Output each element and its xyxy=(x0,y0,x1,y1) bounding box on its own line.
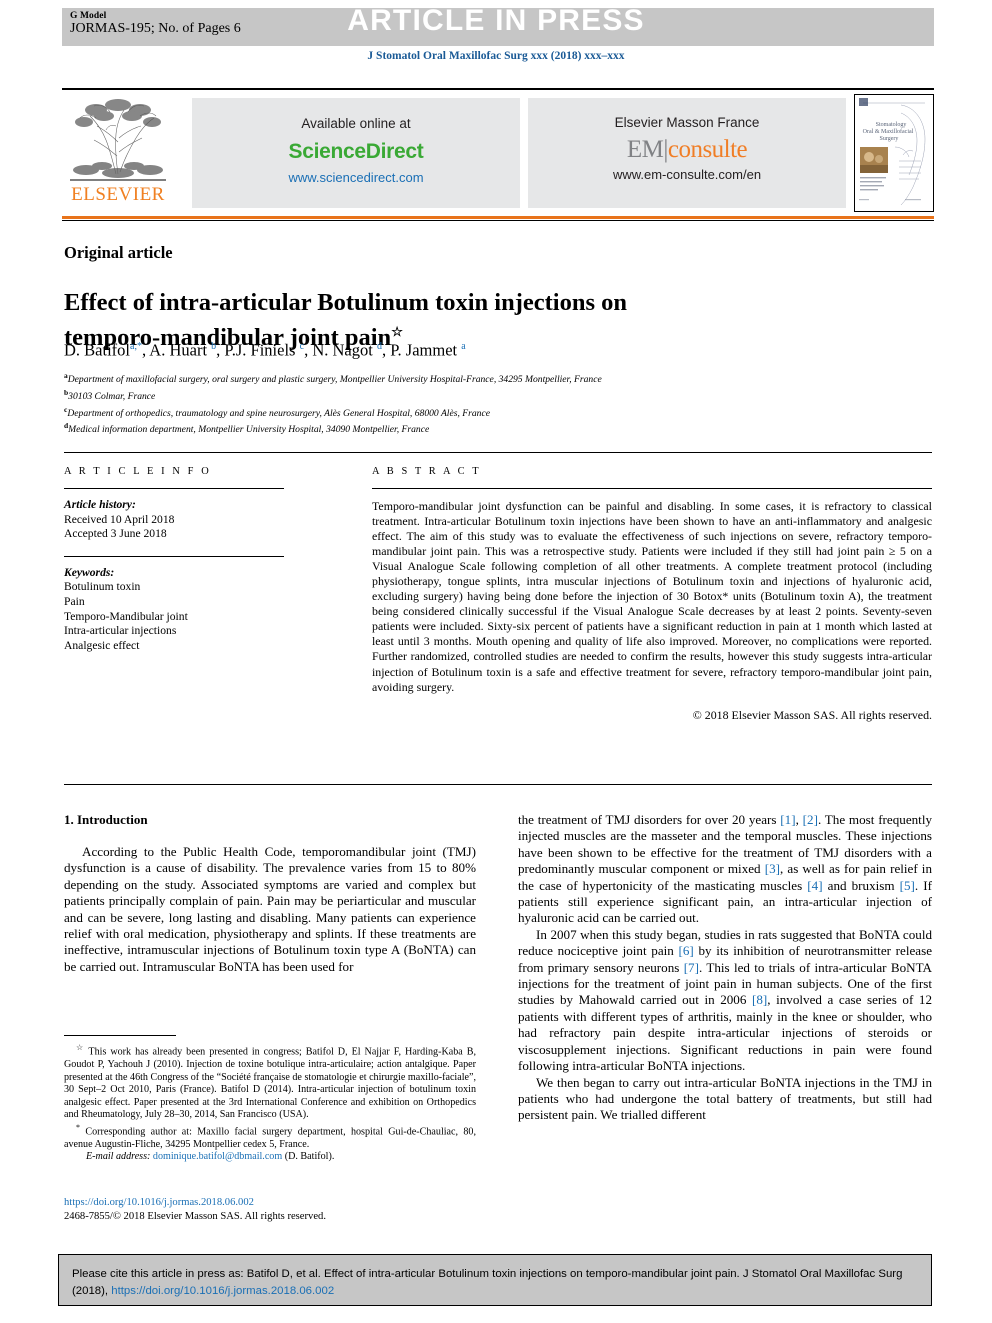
para-text: , xyxy=(795,812,803,827)
issn-copyright-line: 2468-7855/© 2018 Elsevier Masson SAS. Al… xyxy=(64,1210,326,1222)
journal-citation-line: J Stomatol Oral Maxillofac Surg xxx (201… xyxy=(367,50,625,62)
elsevier-masson-label: Elsevier Masson France xyxy=(614,115,760,130)
sciencedirect-url[interactable]: www.sciencedirect.com xyxy=(192,170,520,185)
accepted-date: Accepted 3 June 2018 xyxy=(64,527,167,541)
footnote-corresponding-text: Corresponding author at: Maxillo facial … xyxy=(64,1126,476,1150)
emconsulte-wordmark: EM|consulte xyxy=(528,136,846,163)
sciencedirect-wordmark: ScienceDirect xyxy=(288,140,424,163)
article-info-heading: A R T I C L E I N F O xyxy=(64,466,212,477)
keywords-group: Keywords: Botulinum toxin Pain Temporo-M… xyxy=(64,566,284,654)
abstract-copyright: © 2018 Elsevier Masson SAS. All rights r… xyxy=(692,707,932,722)
introduction-paragraph: According to the Public Health Code, tem… xyxy=(64,844,476,974)
svg-text:Surgery: Surgery xyxy=(880,136,899,142)
affiliation-item: b30103 Colmar, France xyxy=(64,387,824,404)
keyword-item: Pain xyxy=(64,594,85,608)
emconsulte-consulte: consulte xyxy=(667,136,748,163)
citation-ref-8[interactable]: [8] xyxy=(752,992,767,1007)
keyword-item: Analgesic effect xyxy=(64,638,140,652)
elsevier-wordmark: ELSEVIER xyxy=(71,184,165,205)
affiliation-text: Department of maxillofacial surgery, ora… xyxy=(67,374,602,386)
citation-ref-3[interactable]: [3] xyxy=(765,861,780,876)
cite-box-doi-link[interactable]: https://doi.org/10.1016/j.jormas.2018.06… xyxy=(111,1285,334,1297)
email-address-owner: (D. Batifol). xyxy=(284,1151,335,1163)
affiliation-text: Medical information department, Montpell… xyxy=(68,424,430,436)
elsevier-logo: ELSEVIER xyxy=(66,96,170,210)
abstract-column: A B S T R A C T Temporo-mandibular joint… xyxy=(372,466,932,723)
email-address-link[interactable]: dominique.batifol@dbmail.com xyxy=(153,1151,282,1162)
affiliation-item: dMedical information department, Montpel… xyxy=(64,420,824,437)
article-info-divider xyxy=(64,488,284,489)
affiliation-text: 30103 Colmar, France xyxy=(68,390,156,402)
masthead-rule-black xyxy=(62,220,934,221)
svg-text:Oral & Maxillofacial: Oral & Maxillofacial xyxy=(863,128,914,135)
affiliation-item: cDepartment of orthopedics, traumatology… xyxy=(64,404,824,421)
emconsulte-panel[interactable]: Elsevier Masson France EM|consulte www.e… xyxy=(528,98,846,208)
footnote-congress: ☆ This work has already been presented i… xyxy=(64,1042,476,1122)
footnote-block: ☆ This work has already been presented i… xyxy=(64,1042,476,1164)
footnote-star-icon: ☆ xyxy=(76,1043,85,1052)
footnote-corresponding-author: * Corresponding author at: Maxillo facia… xyxy=(64,1122,476,1152)
email-address-label: E-mail address: xyxy=(86,1151,151,1163)
footnote-email-line: E-mail address: dominique.batifol@dbmail… xyxy=(64,1151,476,1164)
journal-cover-thumbnail[interactable]: Stomatology Oral & Maxillofacial Surgery xyxy=(854,94,934,212)
masthead-rule-top xyxy=(62,88,934,90)
available-online-label: Available online at xyxy=(301,116,411,131)
introduction-paragraph: We then began to carry out intra-articul… xyxy=(518,1074,932,1123)
introduction-left-column: 1. Introduction According to the Public … xyxy=(64,812,476,975)
info-section-rule-top xyxy=(64,452,932,454)
article-info-column: A R T I C L E I N F O Article history: R… xyxy=(64,466,284,653)
article-in-press-text: ARTICLE IN PRESS xyxy=(347,4,645,37)
article-history-label: Article history: xyxy=(64,498,136,511)
para-text: the treatment of TMJ disorders for over … xyxy=(518,812,781,827)
citation-ref-5[interactable]: [5] xyxy=(900,878,915,893)
emconsulte-url[interactable]: www.em-consulte.com/en xyxy=(528,167,846,182)
citation-ref-4[interactable]: [4] xyxy=(807,878,822,893)
doi-block: https://doi.org/10.1016/j.jormas.2018.06… xyxy=(64,1196,476,1223)
article-history-group: Article history: Received 10 April 2018 … xyxy=(64,498,284,542)
citation-ref-2[interactable]: [2] xyxy=(803,812,818,827)
para-text: and bruxism xyxy=(822,877,900,893)
keyword-item: Botulinum toxin xyxy=(64,580,141,594)
cite-box-text: Please cite this article in press as: Ba… xyxy=(72,1266,922,1300)
svg-text:Stomatology: Stomatology xyxy=(876,122,907,128)
keyword-item: Temporo-Mandibular joint xyxy=(64,609,188,623)
abstract-text: Temporo-mandibular joint dysfunction can… xyxy=(372,499,932,694)
footnote-divider xyxy=(64,1035,176,1036)
introduction-right-column: the treatment of TMJ disorders for over … xyxy=(518,812,932,1124)
introduction-heading: 1. Introduction xyxy=(64,812,148,827)
affiliation-item: aDepartment of maxillofacial surgery, or… xyxy=(64,370,824,387)
citation-ref-1[interactable]: [1] xyxy=(780,812,795,827)
affiliation-text: Department of orthopedics, traumatology … xyxy=(67,407,490,419)
sciencedirect-panel[interactable]: Available online at ScienceDirect www.sc… xyxy=(192,98,520,208)
introduction-paragraph: the treatment of TMJ disorders for over … xyxy=(518,812,932,927)
masthead-rule-orange xyxy=(62,216,934,219)
elsevier-tree-icon xyxy=(66,96,170,184)
doi-link[interactable]: https://doi.org/10.1016/j.jormas.2018.06… xyxy=(64,1196,476,1210)
abstract-heading: A B S T R A C T xyxy=(372,466,482,477)
received-date: Received 10 April 2018 xyxy=(64,512,175,526)
citation-ref-7[interactable]: [7] xyxy=(684,960,699,975)
keyword-item: Intra-articular injections xyxy=(64,624,177,638)
abstract-divider xyxy=(372,488,932,489)
keywords-label: Keywords: xyxy=(64,565,115,579)
info-section-rule-bottom xyxy=(64,784,932,786)
author-list: D. Batifola,*, A. Huart b, P.J. Finiels … xyxy=(64,340,466,360)
keywords-divider xyxy=(64,555,284,557)
emconsulte-em: EM xyxy=(626,136,664,163)
article-type-label: Original article xyxy=(64,243,173,262)
footnote-asterisk-icon: * xyxy=(76,1122,80,1132)
footnote-congress-text: This work has already been presented in … xyxy=(64,1046,476,1121)
introduction-paragraph: In 2007 when this study began, studies i… xyxy=(518,927,932,1075)
affiliation-list: aDepartment of maxillofacial surgery, or… xyxy=(64,370,824,437)
citation-ref-6[interactable]: [6] xyxy=(679,943,694,958)
